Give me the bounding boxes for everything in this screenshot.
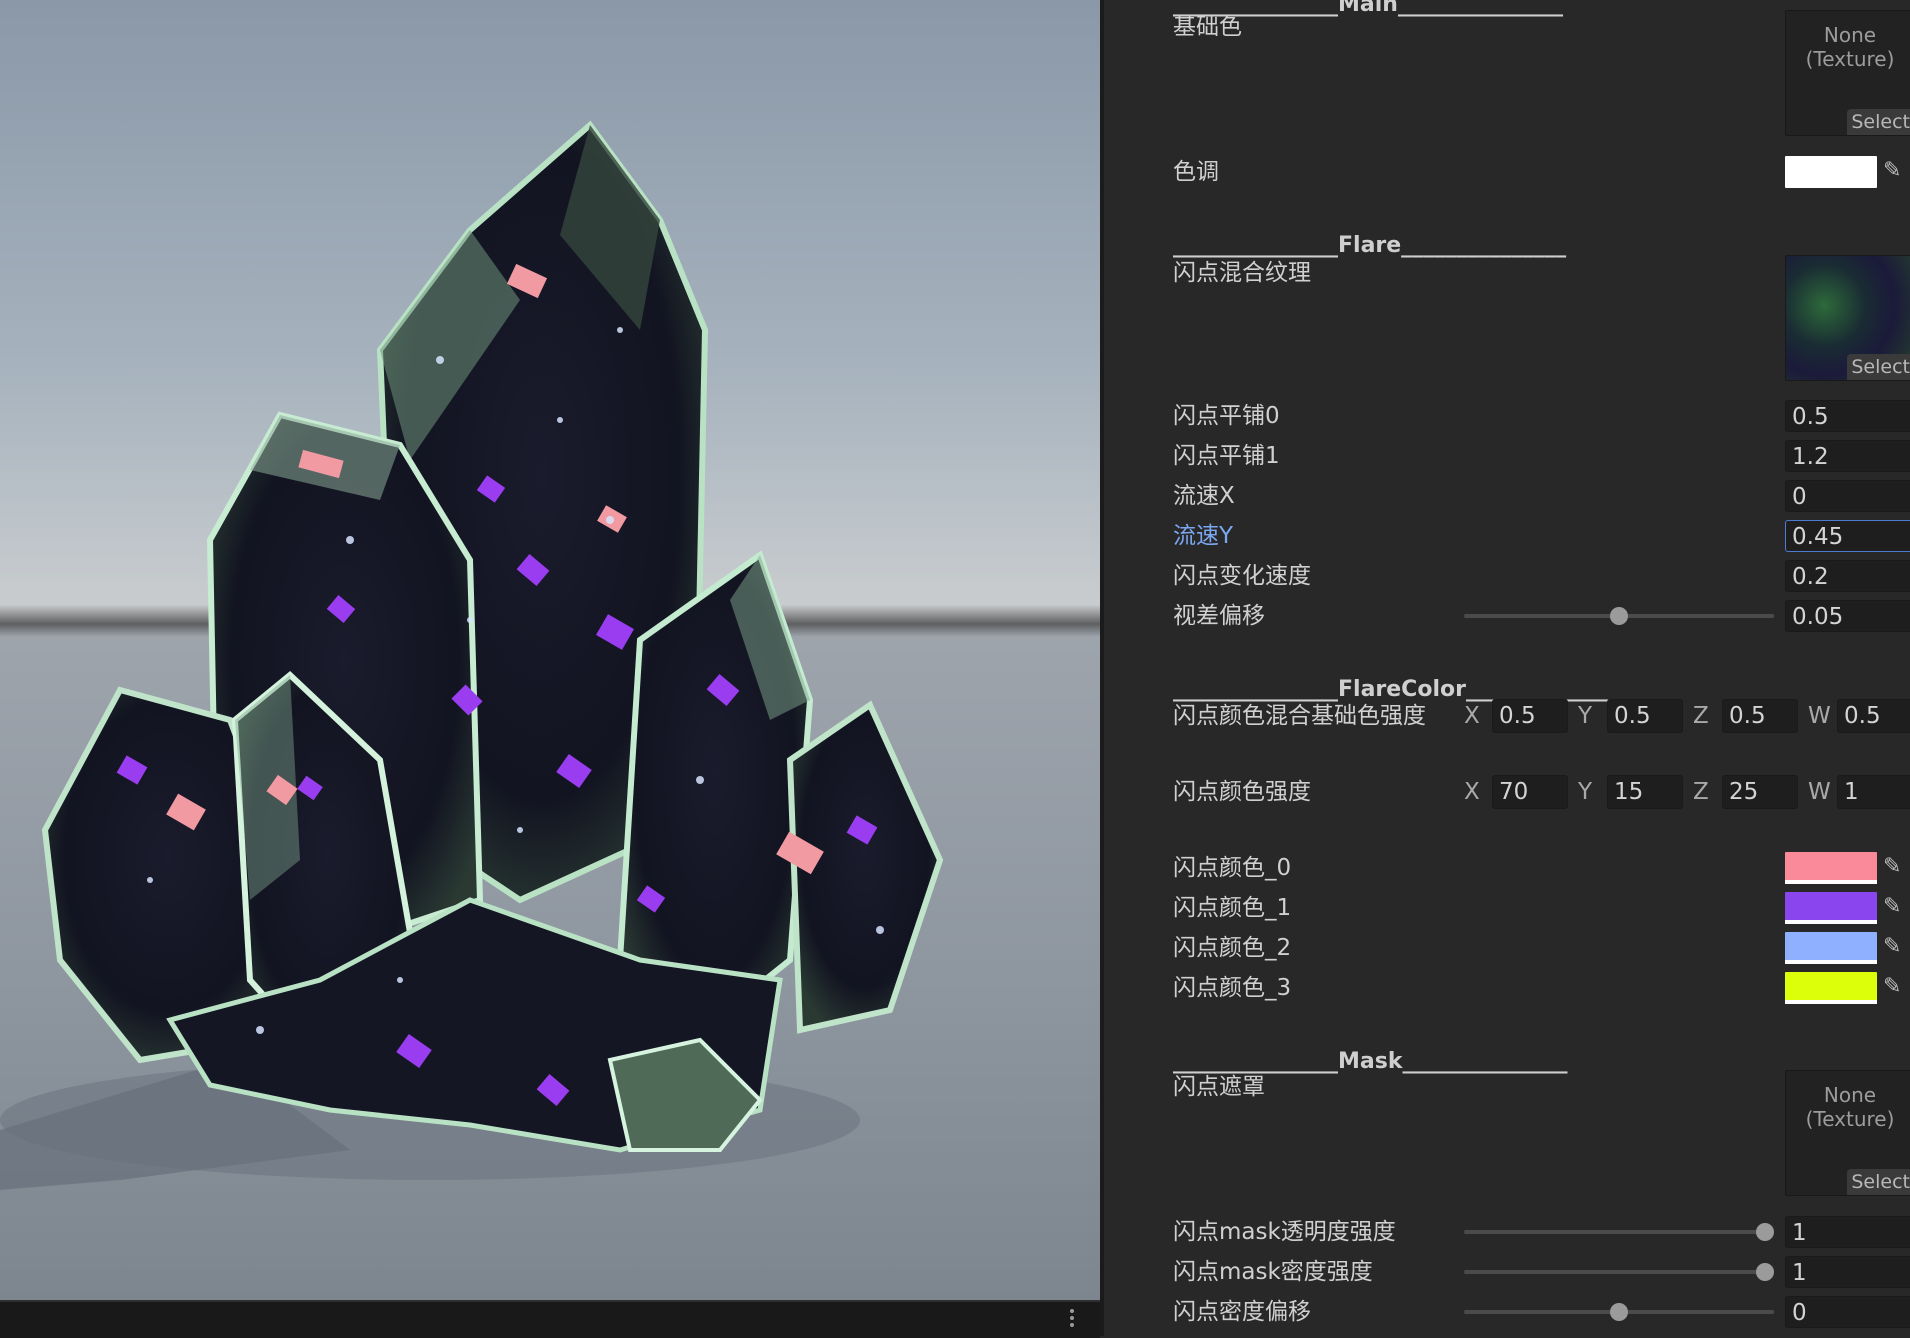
color-label: 闪点颜色_3 xyxy=(1173,975,1292,1001)
tint-color-swatch[interactable] xyxy=(1785,156,1877,188)
prop-label: 闪点平铺1 xyxy=(1173,443,1280,469)
density-offset-slider-knob[interactable] xyxy=(1610,1303,1628,1321)
flare-color-3-swatch[interactable] xyxy=(1785,972,1877,1004)
mask-density-slider-knob[interactable] xyxy=(1756,1263,1774,1281)
viewport-status-bar xyxy=(0,1300,1100,1338)
blend-y-field[interactable]: 0.5 xyxy=(1607,699,1683,733)
base-color-select-button[interactable]: Select xyxy=(1847,109,1910,135)
mask-density-field[interactable]: 1 xyxy=(1785,1256,1910,1288)
axis-y-label: Y xyxy=(1578,779,1593,805)
strength-w-field[interactable]: 1 xyxy=(1837,775,1910,809)
axis-w-label: W xyxy=(1808,779,1831,805)
base-color-texture-slot[interactable]: None (Texture) Select xyxy=(1785,10,1910,136)
axis-w-label: W xyxy=(1808,703,1831,729)
speed-y-field[interactable]: 0.45 xyxy=(1785,520,1910,552)
axis-x-label: X xyxy=(1464,703,1480,729)
strength-z-field[interactable]: 25 xyxy=(1722,775,1798,809)
section-header-flare: _______________Flare_______________ xyxy=(1173,233,1567,258)
strength-x-field[interactable]: 70 xyxy=(1492,775,1568,809)
mask-texture-label: 闪点遮罩 xyxy=(1173,1074,1265,1100)
flare-color-1-swatch[interactable] xyxy=(1785,892,1877,924)
flare-select-button[interactable]: Select xyxy=(1847,354,1910,380)
axis-z-label: Z xyxy=(1693,779,1709,805)
prop-label: 闪点平铺0 xyxy=(1173,403,1280,429)
more-options-icon[interactable] xyxy=(1068,1309,1076,1329)
density-offset-field[interactable]: 0 xyxy=(1785,1296,1910,1328)
eyedropper-icon[interactable]: ✎ xyxy=(1883,974,1905,1000)
color-label: 闪点颜色_1 xyxy=(1173,895,1292,921)
blend-z-field[interactable]: 0.5 xyxy=(1722,699,1798,733)
section-header-mask: _______________Mask_______________ xyxy=(1173,1049,1568,1074)
mask-prop-label: 闪点密度偏移 xyxy=(1173,1299,1311,1325)
blend-w-field[interactable]: 0.5 xyxy=(1837,699,1910,733)
prop-label: 闪点变化速度 xyxy=(1173,563,1311,589)
mask-select-button[interactable]: Select xyxy=(1847,1169,1910,1195)
eyedropper-icon[interactable]: ✎ xyxy=(1883,158,1905,184)
blend-strength-label: 闪点颜色混合基础色强度 xyxy=(1173,703,1426,729)
prop-label: 流速Y xyxy=(1173,523,1234,549)
prop-label: 流速X xyxy=(1173,483,1235,509)
mask-texture-slot[interactable]: None (Texture) Select xyxy=(1785,1070,1910,1196)
tint-label: 色调 xyxy=(1173,159,1219,185)
mask-prop-label: 闪点mask密度强度 xyxy=(1173,1259,1373,1285)
flare-color-0-swatch[interactable] xyxy=(1785,852,1877,884)
axis-z-label: Z xyxy=(1693,703,1709,729)
color-label: 闪点颜色_0 xyxy=(1173,855,1292,881)
color-strength-label: 闪点颜色强度 xyxy=(1173,779,1311,805)
speed-x-field[interactable]: 0 xyxy=(1785,480,1910,512)
parallax-slider-knob[interactable] xyxy=(1610,607,1628,625)
axis-y-label: Y xyxy=(1578,703,1593,729)
prop-label: 视差偏移 xyxy=(1173,603,1265,629)
eyedropper-icon[interactable]: ✎ xyxy=(1883,854,1905,880)
flare-color-2-swatch[interactable] xyxy=(1785,932,1877,964)
eyedropper-icon[interactable]: ✎ xyxy=(1883,894,1905,920)
mask-alpha-field[interactable]: 1 xyxy=(1785,1216,1910,1248)
mask-alpha-slider-knob[interactable] xyxy=(1756,1223,1774,1241)
parallax-field[interactable]: 0.05 xyxy=(1785,600,1910,632)
flare-change-speed-field[interactable]: 0.2 xyxy=(1785,560,1910,592)
eyedropper-icon[interactable]: ✎ xyxy=(1883,934,1905,960)
texture-none-text: None (Texture) xyxy=(1805,23,1895,71)
axis-x-label: X xyxy=(1464,779,1480,805)
texture-none-text: None (Texture) xyxy=(1805,1083,1895,1131)
flare-texture-slot[interactable]: Select xyxy=(1785,255,1910,381)
mask-alpha-slider[interactable] xyxy=(1464,1230,1774,1234)
strength-y-field[interactable]: 15 xyxy=(1607,775,1683,809)
crystal-model xyxy=(0,120,944,1190)
flare-texture-label: 闪点混合纹理 xyxy=(1173,260,1311,286)
base-color-label: 基础色 xyxy=(1173,14,1242,40)
mask-density-slider[interactable] xyxy=(1464,1270,1774,1274)
scene-viewport[interactable] xyxy=(0,0,1100,1300)
tiling0-field[interactable]: 0.5 xyxy=(1785,400,1910,432)
tiling1-field[interactable]: 1.2 xyxy=(1785,440,1910,472)
mask-prop-label: 闪点mask透明度强度 xyxy=(1173,1219,1396,1245)
color-label: 闪点颜色_2 xyxy=(1173,935,1292,961)
blend-x-field[interactable]: 0.5 xyxy=(1492,699,1568,733)
